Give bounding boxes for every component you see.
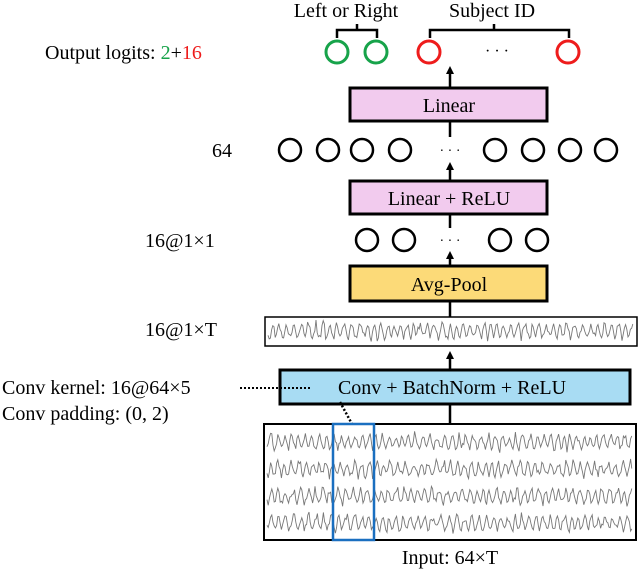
output-logits-red-count: 16: [182, 42, 202, 64]
hidden-node: [315, 137, 341, 163]
subject-id-label: Subject ID: [449, 0, 535, 22]
network-architecture-diagram: Left or Right Subject ID Output logits: …: [2, 0, 638, 569]
output-logits-green-count: 2: [161, 42, 171, 64]
conv-padding-label: Conv padding: (0, 2): [2, 403, 169, 425]
pooled-node: [487, 227, 513, 253]
hidden-64-label: 64: [212, 140, 232, 162]
hidden-64-nodes: · · ·: [277, 137, 619, 163]
avg-pool-block-label: Avg-Pool: [411, 274, 488, 296]
pooled-node: [391, 227, 417, 253]
output-logits-label: Output logits: 2+16: [45, 42, 202, 64]
input-label: Input: 64×T: [402, 547, 498, 569]
subject-id-bracket: [428, 24, 571, 38]
hidden-node: [482, 137, 508, 163]
hidden-node: [520, 137, 546, 163]
hidden-node: [593, 137, 619, 163]
conv-kernel-label: Conv kernel: 16@64×5: [2, 377, 191, 399]
feature-map-label: 16@1×T: [145, 319, 217, 341]
hidden-node: [387, 137, 413, 163]
output-ellipsis: · · ·: [485, 43, 509, 60]
pooled-node: [354, 227, 380, 253]
linear-block-label: Linear: [423, 95, 476, 117]
left-or-right-bracket: [335, 24, 379, 38]
hidden-ellipsis: · · ·: [440, 144, 461, 159]
pooled-node: [524, 227, 550, 253]
output-logits-prefix: Output logits:: [45, 42, 161, 64]
input-eeg-box: [263, 423, 637, 541]
conv-block-label: Conv + BatchNorm + ReLU: [338, 377, 567, 399]
output-node-subject: [416, 39, 442, 65]
pooled-ellipsis: · · ·: [440, 234, 461, 249]
output-node-subject: [555, 39, 581, 65]
output-node-left-right: [324, 39, 350, 65]
left-or-right-label: Left or Right: [294, 0, 399, 22]
output-logits-plus: +: [171, 42, 182, 64]
hidden-node: [349, 137, 375, 163]
linear-relu-block-label: Linear + ReLU: [388, 188, 511, 210]
output-node-left-right: [363, 39, 389, 65]
pooled-nodes: · · ·: [354, 227, 550, 253]
hidden-node: [277, 137, 303, 163]
hidden-node: [557, 137, 583, 163]
pooled-label: 16@1×1: [145, 230, 215, 252]
